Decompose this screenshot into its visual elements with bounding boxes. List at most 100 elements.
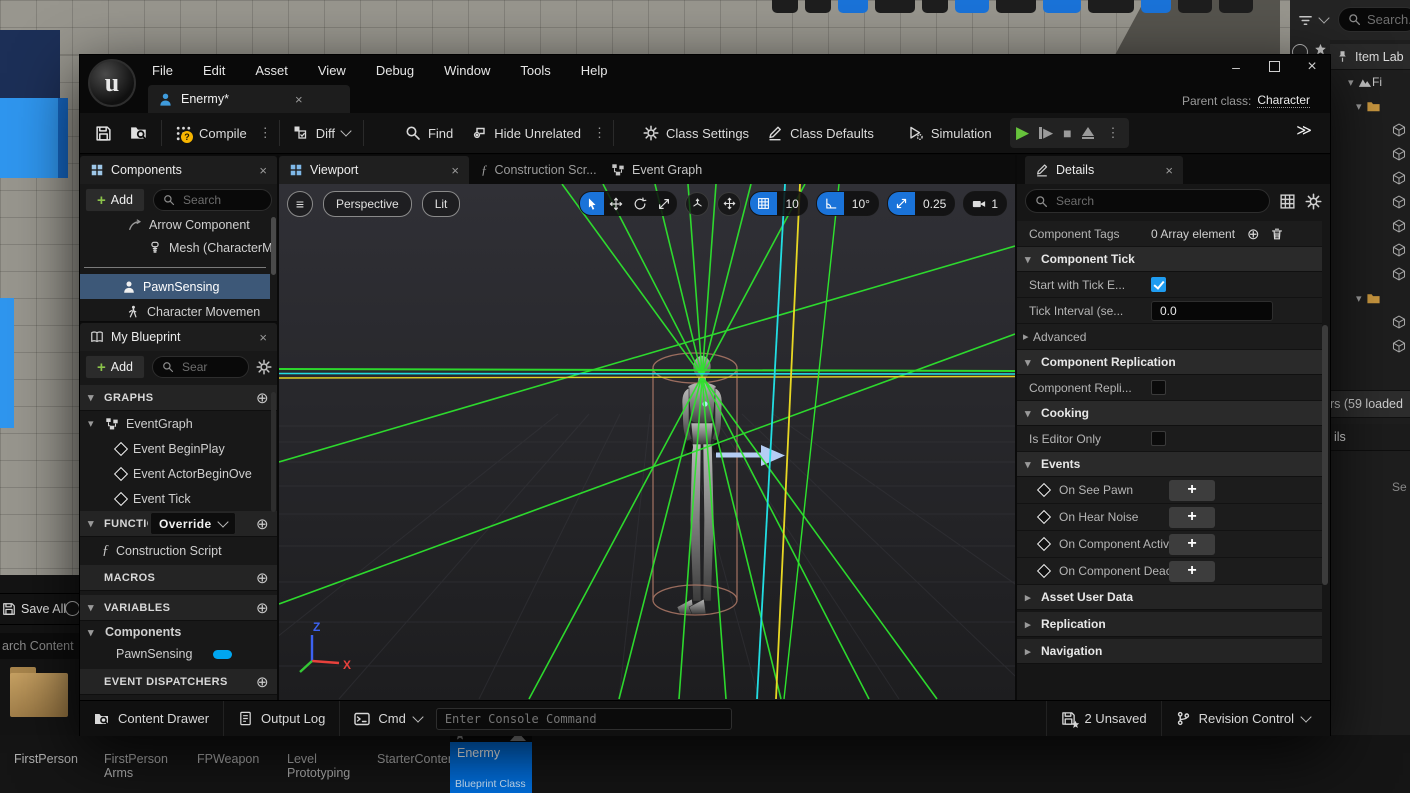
bg-toolbar-button[interactable] [996,0,1036,13]
tab-my-blueprint[interactable]: My Blueprint × [80,323,277,351]
static-mesh-icon[interactable] [1392,219,1406,233]
static-mesh-icon[interactable] [1392,243,1406,257]
pin-icon[interactable] [1336,50,1349,63]
section-navigation[interactable]: ▸ Navigation [1017,639,1322,664]
details-scrollbar[interactable] [1322,325,1328,585]
tab-components[interactable]: Components × [80,156,277,184]
outliner-header[interactable]: Item Lab [1330,44,1410,70]
unsaved-button[interactable]: 2 Unsaved [1046,701,1161,736]
section-events[interactable]: ▾ Events [1017,452,1322,477]
details-tab-close-icon[interactable]: × [1165,163,1173,178]
bg-toolbar-button[interactable] [838,0,868,13]
details-search-input[interactable] [1025,189,1270,213]
asset-tile-enermy[interactable]: Enermy Blueprint Class [450,728,532,793]
viewport-tab-close-icon[interactable]: × [451,163,459,178]
add-macro-icon[interactable]: ⊕ [256,569,269,587]
components-scrollbar[interactable] [271,217,276,275]
components-search-input[interactable] [153,189,272,211]
content-drawer-button[interactable]: Content Drawer [80,701,224,736]
static-mesh-icon[interactable] [1392,171,1406,185]
section-asset-user-data[interactable]: ▸ Asset User Data [1017,585,1322,610]
bg-toolbar-button[interactable] [1043,0,1081,13]
construction-script-row[interactable]: ƒ Construction Script [80,537,277,565]
caret-down-icon[interactable]: ▾ [1356,292,1366,305]
event-dispatchers-section-header[interactable]: EVENT DISPATCHERS ⊕ [80,669,277,695]
tab-details[interactable]: Details × [1025,156,1183,184]
override-dropdown[interactable]: Override [150,512,236,535]
world-local-gizmo-button[interactable] [685,192,709,216]
frame-skip-button[interactable]: ▶ [1039,125,1053,141]
asset-label[interactable]: FPWeapon [197,752,259,766]
camera-speed-control[interactable]: 1 [963,191,1007,216]
components-tab-close-icon[interactable]: × [259,163,267,178]
compile-button[interactable]: ? Compile [166,118,256,148]
settings-circle-icon[interactable] [65,601,80,616]
simulation-button[interactable]: Simulation [899,118,1001,148]
folder-thumbnail[interactable] [10,667,68,717]
bg-search-box[interactable]: Search... [1338,7,1410,32]
asset-label[interactable]: FirstPersonArms [104,752,168,780]
filter-icon[interactable] [1298,13,1313,28]
bg-toolbar-button[interactable] [1219,0,1253,13]
menu-help[interactable]: Help [579,63,610,78]
play-options-icon[interactable]: ⋮ [1104,125,1123,141]
static-mesh-icon[interactable] [1392,147,1406,161]
component-replicates-checkbox[interactable] [1151,380,1166,395]
menu-edit[interactable]: Edit [201,63,227,78]
add-on-see-pawn-event-button[interactable]: + [1169,480,1215,501]
is-editor-only-checkbox[interactable] [1151,431,1166,446]
hide-unrelated-options-icon[interactable]: ⋮ [590,125,609,141]
component-row-pawnsensing[interactable]: PawnSensing [80,274,270,299]
add-tag-icon[interactable]: ⊕ [1247,225,1260,243]
graphs-section-header[interactable]: ▾ GRAPHS ⊕ [80,385,277,411]
surface-snapping-button[interactable] [717,192,741,216]
tab-enermy[interactable]: Enermy* × [148,85,350,113]
tab-close-icon[interactable]: × [295,92,303,107]
menu-file[interactable]: File [150,63,175,78]
event-tick-row[interactable]: Event Tick [80,486,277,511]
add-on-component-deactivated-event-button[interactable]: + [1169,561,1215,582]
move-tool-button[interactable] [604,192,628,215]
static-mesh-icon[interactable] [1392,195,1406,209]
asset-label[interactable]: StarterContent [377,752,458,766]
static-mesh-icon[interactable] [1392,339,1406,353]
class-settings-button[interactable]: Class Settings [634,118,758,148]
add-event-dispatcher-icon[interactable]: ⊕ [256,673,269,691]
revision-control-dropdown[interactable]: Revision Control [1162,701,1330,736]
outliner-row[interactable]: ▾ [1330,286,1410,310]
maximize-button[interactable] [1262,59,1286,75]
static-mesh-icon[interactable] [1392,315,1406,329]
variables-section-header[interactable]: ▾ VARIABLES ⊕ [80,595,277,621]
component-row-mesh[interactable]: Mesh (CharacterM [80,235,270,260]
perspective-dropdown[interactable]: Perspective [323,191,412,217]
search-content-input[interactable]: arch Content [0,633,80,659]
bg-toolbar-button[interactable] [805,0,831,13]
bg-toolbar-button[interactable] [1141,0,1171,13]
stop-button[interactable]: ■ [1063,125,1071,141]
add-on-component-activated-event-button[interactable]: + [1169,534,1215,555]
diff-button[interactable]: Diff [284,118,359,148]
variable-pawnsensing-row[interactable]: PawnSensing [80,643,277,665]
eventgraph-row[interactable]: ▾ EventGraph [80,411,277,436]
output-log-button[interactable]: Output Log [224,701,340,736]
select-tool-button[interactable] [580,192,604,215]
section-component-tick[interactable]: ▾ Component Tick [1017,247,1322,272]
add-variable-icon[interactable]: ⊕ [256,599,269,617]
my-blueprint-scrollbar[interactable] [271,392,276,512]
section-component-replication[interactable]: ▾ Component Replication [1017,350,1322,375]
section-replication[interactable]: ▸ Replication [1017,612,1322,637]
tick-interval-input[interactable] [1151,301,1273,321]
eject-button[interactable] [1082,127,1094,140]
functions-section-header[interactable]: ▾ FUNCTIO Override ⊕ [80,511,277,537]
tab-viewport[interactable]: Viewport × [279,156,469,184]
caret-down-icon[interactable]: ▾ [88,417,98,430]
find-button[interactable]: Find [396,118,462,148]
variables-components-group[interactable]: ▾ Components [80,621,277,643]
menu-debug[interactable]: Debug [374,63,416,78]
variable-type-pill[interactable] [213,650,232,659]
class-defaults-button[interactable]: Class Defaults [758,118,883,148]
blueprint-viewport-scene[interactable]: Z X [279,184,1015,700]
event-actorbeginoverlap-row[interactable]: Event ActorBeginOve [80,461,277,486]
minimize-button[interactable]: – [1224,59,1248,75]
advanced-row[interactable]: ▸ Advanced [1017,324,1322,350]
